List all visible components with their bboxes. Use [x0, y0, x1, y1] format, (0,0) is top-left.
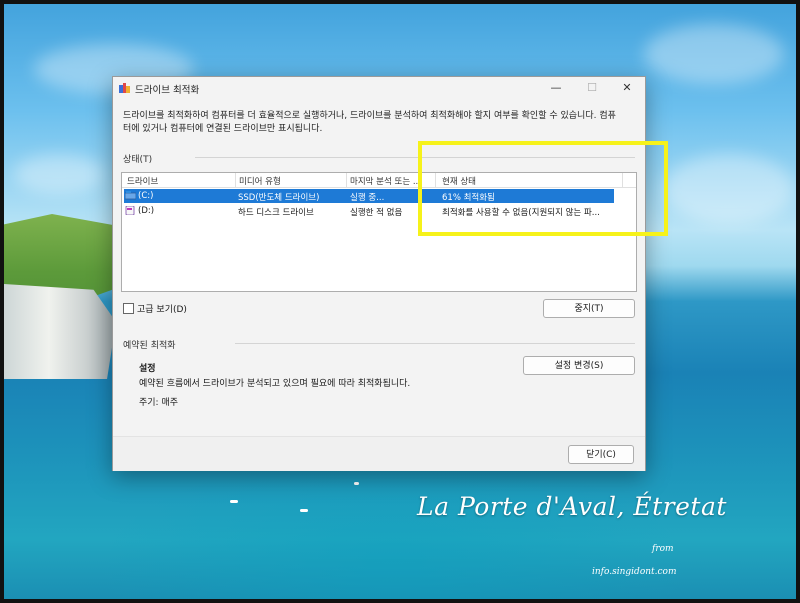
schedule-description: 예약된 흐름에서 드라이브가 분석되고 있으며 필요에 따라 최적화됩니다.	[139, 379, 411, 389]
advanced-view-checkbox[interactable]	[123, 303, 134, 314]
last-run: 실행 중...	[350, 193, 385, 203]
stop-button[interactable]: 중지(T)	[543, 299, 635, 318]
drive-name: (C:)	[138, 191, 154, 201]
advanced-view-label[interactable]: 고급 보기(D)	[137, 302, 187, 315]
schedule-group-label: 예약된 최적화	[123, 341, 176, 351]
cliff-rock	[4, 284, 116, 379]
defrag-app-icon	[119, 83, 130, 93]
header-drive[interactable]: 드라이브	[127, 175, 158, 187]
wallpaper-caption: La Porte d'Aval, Étretat	[417, 492, 727, 521]
title-bar[interactable]: 드라이브 최적화 — ☐ ✕	[113, 77, 645, 98]
schedule-title: 설정	[139, 364, 156, 374]
wallpaper-credit: info.singidont.com	[592, 567, 677, 577]
media-type: SSD(반도체 드라이브)	[238, 193, 320, 203]
wallpaper-from: from	[652, 544, 674, 554]
window-title: 드라이브 최적화	[135, 85, 200, 96]
change-settings-button[interactable]: 설정 변경(S)	[523, 356, 635, 375]
media-type: 하드 디스크 드라이브	[238, 208, 314, 218]
header-last-run[interactable]: 마지막 분석 또는 ...	[350, 175, 421, 187]
boat	[300, 509, 308, 512]
maximize-button[interactable]: ☐	[575, 77, 609, 98]
highlight-annotation-box	[418, 141, 668, 236]
last-run: 실행한 적 없음	[350, 208, 403, 218]
status-group-label: 상태(T)	[123, 155, 153, 165]
close-window-button[interactable]: ✕	[610, 77, 644, 98]
dialog-footer: 닫기(C)	[113, 436, 645, 471]
drive-name: (D:)	[138, 206, 155, 216]
ssd-drive-icon	[125, 191, 136, 200]
boat	[230, 500, 238, 503]
sd-card-icon	[125, 206, 135, 215]
optimize-drives-window: 드라이브 최적화 — ☐ ✕ 드라이브를 최적화하여 컴퓨터를 더 효율적으로 …	[112, 76, 646, 471]
schedule-divider	[235, 343, 635, 344]
close-button[interactable]: 닫기(C)	[568, 445, 634, 464]
minimize-button[interactable]: —	[539, 77, 573, 98]
boat	[354, 482, 359, 485]
schedule-period: 주기: 매주	[139, 398, 179, 408]
header-media-type[interactable]: 미디어 유형	[239, 175, 281, 187]
description-text: 드라이브를 최적화하여 컴퓨터를 더 효율적으로 실행하거나, 드라이브를 분석…	[123, 111, 616, 134]
